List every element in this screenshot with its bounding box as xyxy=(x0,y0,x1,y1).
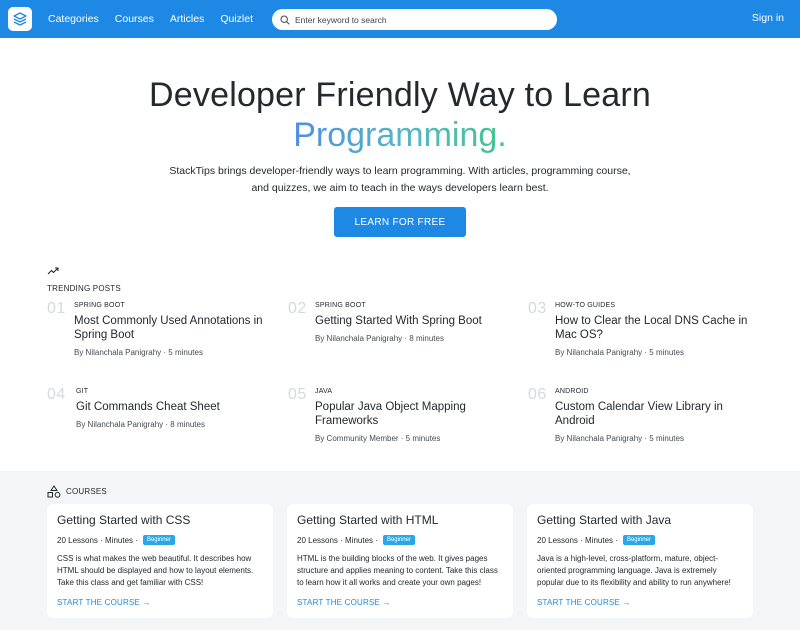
course-meta: 20 Lessons · Minutes · Beginner xyxy=(57,535,263,545)
post-category[interactable]: GIT xyxy=(76,388,276,395)
hero-accent-text: Programming. xyxy=(293,116,507,154)
nav-link-quizlet[interactable]: Quizlet xyxy=(220,13,253,25)
start-course-link[interactable]: START THE COURSE → xyxy=(57,598,151,607)
shapes-icon xyxy=(47,485,61,498)
post-meta: By Nilanchala Panigrahy · 5 minutes xyxy=(74,348,203,357)
post-title-link[interactable]: Most Commonly Used Annotations in Spring… xyxy=(74,314,274,342)
post-meta: By Nilanchala Panigrahy · 5 minutes xyxy=(555,348,684,357)
trending-up-icon xyxy=(47,267,59,275)
learn-for-free-button[interactable]: LEARN FOR FREE xyxy=(334,207,466,237)
course-card[interactable]: Getting Started with CSS 20 Lessons · Mi… xyxy=(47,504,273,618)
post-meta: By Nilanchala Panigrahy · 8 minutes xyxy=(76,420,205,429)
post-number: 06 xyxy=(528,386,547,403)
nav-link-articles[interactable]: Articles xyxy=(170,13,204,25)
hero-title: Developer Friendly Way to Learn xyxy=(149,76,651,114)
post-meta: By Nilanchala Panigrahy · 5 minutes xyxy=(555,434,684,443)
post-number: 04 xyxy=(47,386,66,403)
post-title-link[interactable]: Git Commands Cheat Sheet xyxy=(76,400,276,414)
post-title-link[interactable]: How to Clear the Local DNS Cache in Mac … xyxy=(555,314,755,342)
post-number: 05 xyxy=(288,386,307,403)
post-number: 02 xyxy=(288,300,307,317)
course-description: CSS is what makes the web beautiful. It … xyxy=(57,554,254,587)
post-category[interactable]: SPRING BOOT xyxy=(315,302,515,309)
hero-accent: Programming. xyxy=(0,116,800,155)
stacktips-logo[interactable] xyxy=(8,7,32,31)
level-badge: Beginner xyxy=(382,535,415,545)
trending-posts-heading: TRENDING POSTS xyxy=(47,284,121,293)
post-category[interactable]: SPRING BOOT xyxy=(74,302,274,309)
search-input[interactable] xyxy=(295,14,535,25)
top-navbar: Categories Courses Articles Quizlet Sign… xyxy=(0,0,800,38)
start-course-link[interactable]: START THE COURSE → xyxy=(537,598,631,607)
post-title-link[interactable]: Getting Started With Spring Boot xyxy=(315,314,515,328)
signin-link[interactable]: Sign in xyxy=(752,12,784,24)
course-title[interactable]: Getting Started with CSS xyxy=(57,513,263,527)
course-card[interactable]: Getting Started with HTML 20 Lessons · M… xyxy=(287,504,513,618)
courses-heading: COURSES xyxy=(66,487,107,496)
course-lessons: 20 Lessons · Minutes · xyxy=(537,535,618,545)
nav-links: Categories Courses Articles Quizlet xyxy=(48,0,269,38)
course-description: HTML is the building blocks of the web. … xyxy=(297,554,498,587)
course-meta: 20 Lessons · Minutes · Beginner xyxy=(537,535,743,545)
hero-description: StackTips brings developer-friendly ways… xyxy=(169,165,631,194)
post-title-link[interactable]: Custom Calendar View Library in Android xyxy=(555,400,755,428)
nav-link-categories[interactable]: Categories xyxy=(48,13,99,25)
course-lessons: 20 Lessons · Minutes · xyxy=(297,535,378,545)
search-box[interactable] xyxy=(272,9,557,30)
post-category[interactable]: JAVA xyxy=(315,388,515,395)
course-meta: 20 Lessons · Minutes · Beginner xyxy=(297,535,503,545)
nav-link-courses[interactable]: Courses xyxy=(115,13,154,25)
start-course-link[interactable]: START THE COURSE → xyxy=(297,598,391,607)
search-icon xyxy=(280,14,290,25)
course-title[interactable]: Getting Started with HTML xyxy=(297,513,503,527)
post-meta: By Community Member · 5 minutes xyxy=(315,434,441,443)
level-badge: Beginner xyxy=(622,535,655,545)
course-card[interactable]: Getting Started with Java 20 Lessons · M… xyxy=(527,504,753,618)
post-category[interactable]: HOW-TO GUIDES xyxy=(555,302,755,309)
post-title-link[interactable]: Popular Java Object Mapping Frameworks xyxy=(315,400,515,428)
post-meta: By Nilanchala Panigrahy · 8 minutes xyxy=(315,334,444,343)
course-description: Java is a high-level, cross-platform, ma… xyxy=(537,554,731,587)
course-lessons: 20 Lessons · Minutes · xyxy=(57,535,138,545)
post-number: 01 xyxy=(47,300,66,317)
post-category[interactable]: ANDROID xyxy=(555,388,755,395)
layers-icon xyxy=(13,12,27,26)
level-badge: Beginner xyxy=(142,535,175,545)
course-title[interactable]: Getting Started with Java xyxy=(537,513,743,527)
post-number: 03 xyxy=(528,300,547,317)
